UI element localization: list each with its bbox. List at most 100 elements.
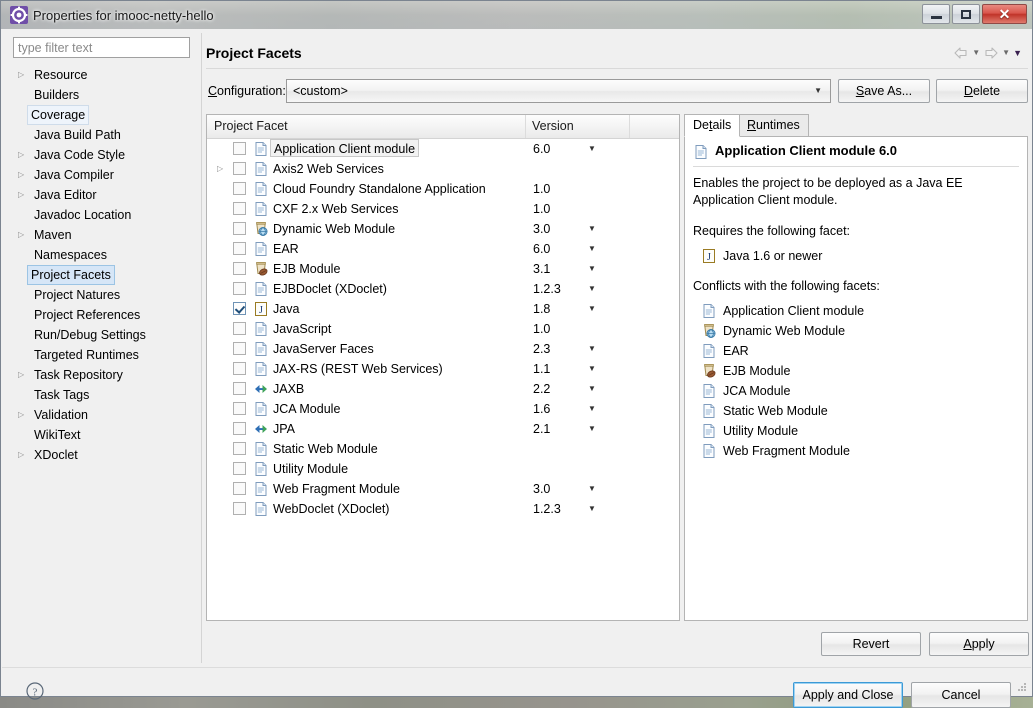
sidebar-item-targeted-runtimes[interactable]: Targeted Runtimes (7, 345, 197, 365)
tab-runtimes[interactable]: Runtimes (738, 114, 809, 137)
sidebar-item-coverage[interactable]: Coverage (7, 105, 197, 125)
version-chevron-down-icon[interactable]: ▼ (588, 279, 596, 299)
sidebar-item-maven[interactable]: ▷ Maven (7, 225, 197, 245)
facet-checkbox[interactable] (233, 342, 246, 355)
expand-twisty-icon[interactable]: ▷ (18, 365, 24, 385)
close-button[interactable]: ✕ (982, 4, 1027, 24)
expand-twisty-icon[interactable]: ▷ (18, 225, 24, 245)
facet-checkbox[interactable] (233, 422, 246, 435)
sidebar-item-resource[interactable]: ▷ Resource (7, 65, 197, 85)
back-menu-chevron-down-icon[interactable]: ▼ (972, 45, 980, 61)
sidebar-item-project-facets[interactable]: Project Facets (7, 265, 197, 285)
version-chevron-down-icon[interactable]: ▼ (588, 219, 596, 239)
version-chevron-down-icon[interactable]: ▼ (588, 379, 596, 399)
table-row[interactable]: JAXB 2.2 ▼ (207, 379, 679, 399)
expand-twisty-icon[interactable]: ▷ (18, 405, 24, 425)
page-menu-chevron-down-icon[interactable]: ▼ (1013, 45, 1022, 61)
table-row[interactable]: JAX-RS (REST Web Services) 1.1 ▼ (207, 359, 679, 379)
sidebar-item-task-repository[interactable]: ▷ Task Repository (7, 365, 197, 385)
resize-grip[interactable] (1016, 681, 1028, 693)
version-chevron-down-icon[interactable]: ▼ (588, 239, 596, 259)
version-chevron-down-icon[interactable]: ▼ (588, 399, 596, 419)
column-divider[interactable] (629, 115, 630, 138)
facet-checkbox[interactable] (233, 462, 246, 475)
table-row[interactable]: JPA 2.1 ▼ (207, 419, 679, 439)
version-chevron-down-icon[interactable]: ▼ (588, 359, 596, 379)
version-chevron-down-icon[interactable]: ▼ (588, 299, 596, 319)
sidebar-item-xdoclet[interactable]: ▷ XDoclet (7, 445, 197, 465)
expand-twisty-icon[interactable]: ▷ (18, 185, 24, 205)
apply-and-close-button[interactable]: Apply and Close (793, 682, 903, 708)
expand-twisty-icon[interactable]: ▷ (217, 159, 223, 179)
table-row[interactable]: Static Web Module (207, 439, 679, 459)
table-row[interactable]: ▷ Axis2 Web Services (207, 159, 679, 179)
column-divider[interactable] (525, 115, 526, 138)
expand-twisty-icon[interactable]: ▷ (18, 145, 24, 165)
sidebar-item-run-debug-settings[interactable]: Run/Debug Settings (7, 325, 197, 345)
sidebar-item-task-tags[interactable]: Task Tags (7, 385, 197, 405)
column-header-project-facet[interactable]: Project Facet (214, 115, 288, 137)
facet-checkbox[interactable] (233, 402, 246, 415)
facet-checkbox[interactable] (233, 182, 246, 195)
version-chevron-down-icon[interactable]: ▼ (588, 499, 596, 519)
forward-menu-chevron-down-icon[interactable]: ▼ (1002, 45, 1010, 61)
minimize-button[interactable] (922, 4, 950, 24)
table-row[interactable]: EJB Module 3.1 ▼ (207, 259, 679, 279)
facet-checkbox[interactable] (233, 262, 246, 275)
forward-arrow-icon[interactable] (983, 45, 999, 61)
facet-checkbox[interactable] (233, 362, 246, 375)
settings-tree[interactable]: ▷ Resource Builders Coverage Java Build Path… (7, 65, 197, 660)
facet-checkbox[interactable] (233, 162, 246, 175)
save-as-button[interactable]: Save As... (838, 79, 930, 103)
table-row[interactable]: JCA Module 1.6 ▼ (207, 399, 679, 419)
facet-checkbox[interactable] (233, 202, 246, 215)
sidebar-item-java-compiler[interactable]: ▷ Java Compiler (7, 165, 197, 185)
delete-button[interactable]: Delete (936, 79, 1028, 103)
version-chevron-down-icon[interactable]: ▼ (588, 139, 596, 159)
sidebar-item-project-natures[interactable]: Project Natures (7, 285, 197, 305)
expand-twisty-icon[interactable]: ▷ (18, 165, 24, 185)
version-chevron-down-icon[interactable]: ▼ (588, 419, 596, 439)
help-question-icon[interactable]: ? (25, 681, 45, 701)
table-row[interactable]: JavaScript 1.0 (207, 319, 679, 339)
table-row[interactable]: J Java 1.8 ▼ (207, 299, 679, 319)
facet-checkbox[interactable] (233, 222, 246, 235)
sidebar-item-validation[interactable]: ▷ Validation (7, 405, 197, 425)
facet-checkbox[interactable] (233, 242, 246, 255)
facet-checkbox[interactable] (233, 442, 246, 455)
sidebar-item-java-editor[interactable]: ▷ Java Editor (7, 185, 197, 205)
maximize-button[interactable] (952, 4, 980, 24)
facet-checkbox[interactable] (233, 502, 246, 515)
table-row[interactable]: WebDoclet (XDoclet) 1.2.3 ▼ (207, 499, 679, 519)
apply-button[interactable]: Apply (929, 632, 1029, 656)
table-row[interactable]: EJBDoclet (XDoclet) 1.2.3 ▼ (207, 279, 679, 299)
expand-twisty-icon[interactable]: ▷ (18, 445, 24, 465)
expand-twisty-icon[interactable]: ▷ (18, 65, 24, 85)
table-row[interactable]: EAR 6.0 ▼ (207, 239, 679, 259)
revert-button[interactable]: Revert (821, 632, 921, 656)
facet-checkbox[interactable] (233, 382, 246, 395)
facet-checkbox[interactable] (233, 482, 246, 495)
table-row[interactable]: Web Fragment Module 3.0 ▼ (207, 479, 679, 499)
column-header-version[interactable]: Version (532, 115, 574, 137)
table-row[interactable]: Dynamic Web Module 3.0 ▼ (207, 219, 679, 239)
table-row[interactable]: Application Client module 6.0 ▼ (207, 139, 679, 159)
back-arrow-icon[interactable] (953, 45, 969, 61)
table-row[interactable]: JavaServer Faces 2.3 ▼ (207, 339, 679, 359)
sidebar-item-java-build-path[interactable]: Java Build Path (7, 125, 197, 145)
version-chevron-down-icon[interactable]: ▼ (588, 259, 596, 279)
sidebar-item-wikitext[interactable]: WikiText (7, 425, 197, 445)
facet-checkbox[interactable] (233, 322, 246, 335)
sidebar-item-java-code-style[interactable]: ▷ Java Code Style (7, 145, 197, 165)
sidebar-item-namespaces[interactable]: Namespaces (7, 245, 197, 265)
facet-checkbox[interactable] (233, 302, 246, 315)
filter-input[interactable] (13, 37, 190, 58)
project-facets-table[interactable]: Project Facet Version Application Client… (206, 114, 680, 621)
sidebar-item-project-references[interactable]: Project References (7, 305, 197, 325)
table-row[interactable]: Cloud Foundry Standalone Application 1.0 (207, 179, 679, 199)
version-chevron-down-icon[interactable]: ▼ (588, 479, 596, 499)
facet-checkbox[interactable] (233, 142, 246, 155)
table-row[interactable]: Utility Module (207, 459, 679, 479)
table-row[interactable]: CXF 2.x Web Services 1.0 (207, 199, 679, 219)
cancel-button[interactable]: Cancel (911, 682, 1011, 708)
